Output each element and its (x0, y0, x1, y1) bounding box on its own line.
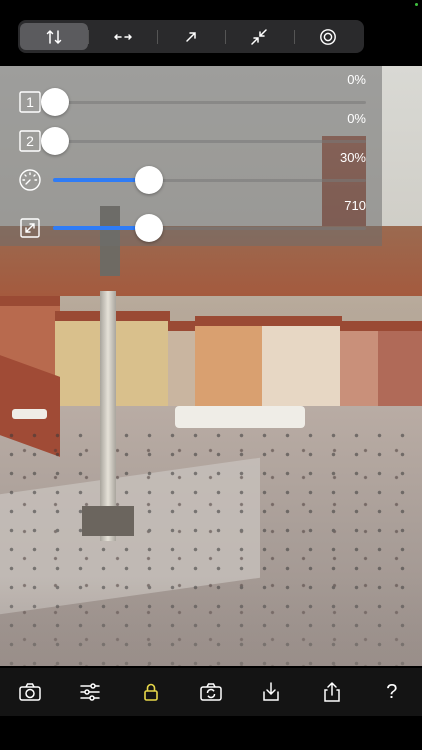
box-1-label: 1 (26, 94, 34, 110)
box-2-icon: 2 (19, 130, 41, 152)
slider-value: 30% (339, 150, 366, 165)
horizontal-arrows-icon (113, 33, 132, 40)
slider-speed: 30% (0, 150, 382, 198)
switch-camera-button[interactable] (191, 672, 231, 712)
mode-converging[interactable] (225, 23, 293, 50)
resize-icon (20, 218, 40, 238)
camera-rotate-icon (200, 683, 222, 701)
lock-icon (143, 683, 158, 701)
sliders-icon (80, 683, 101, 701)
share-icon (323, 681, 340, 702)
box-1-icon: 1 (19, 91, 41, 113)
camera-icon (19, 683, 41, 701)
cafe-umbrellas (12, 409, 47, 419)
mode-segmented-control (18, 20, 364, 53)
mode-diagonal[interactable] (156, 23, 225, 50)
slider-2: 2 0% (0, 111, 382, 159)
slider-value: 0% (347, 72, 366, 87)
cafe-umbrellas (175, 406, 305, 428)
column-monument (100, 291, 116, 541)
status-indicator-dot (415, 3, 418, 6)
slider-value: 0% (347, 111, 366, 126)
diagonal-arrow-icon (186, 31, 196, 42)
slider-size: 710 (0, 198, 382, 246)
download-icon (263, 682, 280, 701)
mode-vertical[interactable] (20, 23, 89, 50)
mode-horizontal[interactable] (88, 23, 156, 50)
slider-thumb[interactable] (41, 127, 69, 155)
slider-thumb[interactable] (134, 166, 163, 194)
help-button[interactable]: ? (372, 672, 412, 712)
slider-fill (53, 178, 147, 182)
tilt-shift-blur (0, 576, 422, 666)
column-base (82, 506, 134, 536)
converging-arrows-icon (251, 28, 268, 45)
mode-radial[interactable] (293, 23, 362, 50)
vertical-arrows-icon (46, 29, 62, 44)
slider-thumb[interactable] (41, 88, 69, 116)
slider-value: 710 (344, 198, 366, 213)
camera-button[interactable] (10, 672, 50, 712)
help-icon: ? (386, 680, 398, 703)
slider-track (53, 101, 366, 104)
slider-thumb[interactable] (134, 214, 163, 242)
save-button[interactable] (251, 672, 291, 712)
speedometer-icon (19, 169, 41, 191)
bottom-toolbar: ? (0, 668, 422, 716)
target-icon (319, 28, 336, 45)
adjustments-button[interactable] (70, 672, 110, 712)
slider-1: 1 0% (0, 72, 382, 120)
slider-fill (53, 226, 147, 230)
slider-track (53, 140, 366, 143)
share-button[interactable] (312, 672, 352, 712)
lock-button[interactable] (131, 672, 171, 712)
box-2-label: 2 (26, 133, 34, 149)
